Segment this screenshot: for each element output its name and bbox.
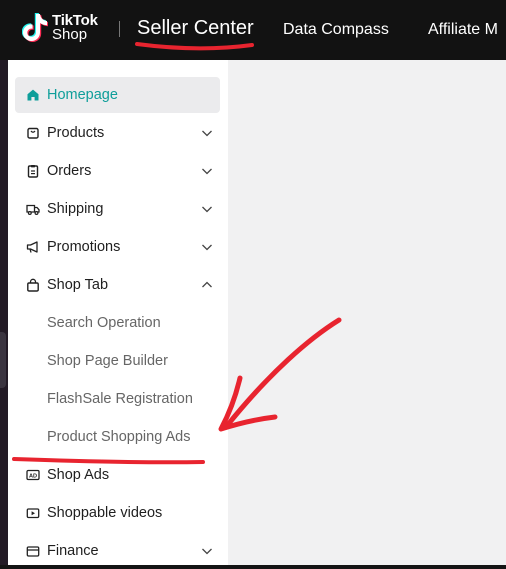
sidebar-item-finance[interactable]: Finance xyxy=(15,533,220,569)
clipboard-icon xyxy=(25,163,41,179)
chevron-down-icon[interactable] xyxy=(200,164,214,178)
header-divider xyxy=(119,21,120,37)
sidebar-item-label: Homepage xyxy=(47,87,118,103)
tiktok-shop-logo[interactable]: TikTok Shop xyxy=(22,12,98,44)
main-content-area xyxy=(228,60,506,565)
ad-icon: AD xyxy=(25,467,41,483)
top-navigation-bar: TikTok Shop Seller Center Data Compass A… xyxy=(0,0,506,60)
nav-affiliate-marketing[interactable]: Affiliate M xyxy=(428,21,498,39)
home-icon xyxy=(25,87,41,103)
sidebar-menu: Homepage Products Orders Shipping Promot… xyxy=(8,60,228,565)
sidebar-item-label: Shop Tab xyxy=(47,277,109,293)
megaphone-icon xyxy=(25,239,41,255)
sidebar-item-label: Promotions xyxy=(47,239,121,255)
truck-icon xyxy=(25,201,41,217)
chevron-down-icon[interactable] xyxy=(200,202,214,216)
svg-text:AD: AD xyxy=(29,474,37,480)
sidebar-item-products[interactable]: Products xyxy=(15,115,220,151)
tiktok-logo-icon xyxy=(22,13,48,42)
chevron-up-icon[interactable] xyxy=(200,278,214,292)
sidebar-item-homepage[interactable]: Homepage xyxy=(15,77,220,113)
sidebar-item-shop-tab[interactable]: Shop Tab xyxy=(15,267,220,303)
seller-center-title[interactable]: Seller Center xyxy=(137,17,254,40)
sidebar-item-shipping[interactable]: Shipping xyxy=(15,191,220,227)
shopping-bag-icon xyxy=(25,277,41,293)
chevron-down-icon[interactable] xyxy=(200,126,214,140)
logo-wordmark: TikTok Shop xyxy=(52,13,98,43)
nav-data-compass[interactable]: Data Compass xyxy=(283,21,389,39)
sidebar-item-label: Finance xyxy=(47,543,99,559)
sidebar-item-label: Orders xyxy=(47,163,92,179)
submenu-flashsale-registration[interactable]: FlashSale Registration xyxy=(47,385,193,413)
sidebar-item-shoppable-videos[interactable]: Shoppable videos xyxy=(15,495,220,531)
background-window-edge xyxy=(0,60,8,565)
wallet-icon xyxy=(25,543,41,559)
sidebar-item-label: Shoppable videos xyxy=(47,505,163,521)
logo-line-shop: Shop xyxy=(52,26,88,43)
sidebar-item-orders[interactable]: Orders xyxy=(15,153,220,189)
sidebar-item-promotions[interactable]: Promotions xyxy=(15,229,220,265)
submenu-search-operation[interactable]: Search Operation xyxy=(47,309,161,337)
sidebar-item-shop-ads[interactable]: AD Shop Ads xyxy=(15,457,220,493)
video-icon xyxy=(25,505,41,521)
sidebar-item-label: Shop Ads xyxy=(47,467,110,483)
chevron-down-icon[interactable] xyxy=(200,240,214,254)
submenu-product-shopping-ads[interactable]: Product Shopping Ads xyxy=(47,423,191,451)
sidebar-item-label: Products xyxy=(47,125,105,141)
sidebar-item-label: Shipping xyxy=(47,201,104,217)
submenu-shop-page-builder[interactable]: Shop Page Builder xyxy=(47,347,168,375)
product-box-icon xyxy=(25,125,41,141)
chevron-down-icon[interactable] xyxy=(200,544,214,558)
